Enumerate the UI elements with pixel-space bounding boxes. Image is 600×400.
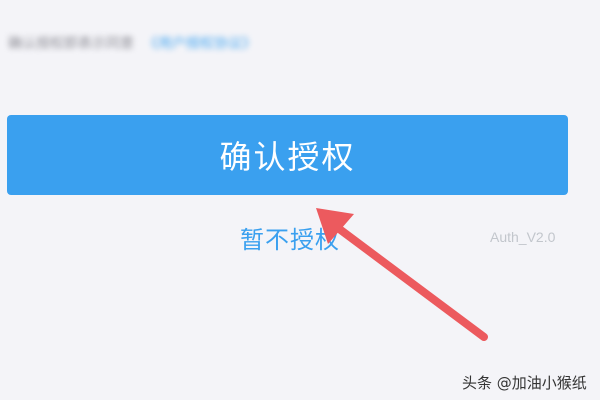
annotation-arrow-icon [316, 208, 488, 341]
watermark: 头条 @加油小猴纸 [462, 374, 587, 392]
